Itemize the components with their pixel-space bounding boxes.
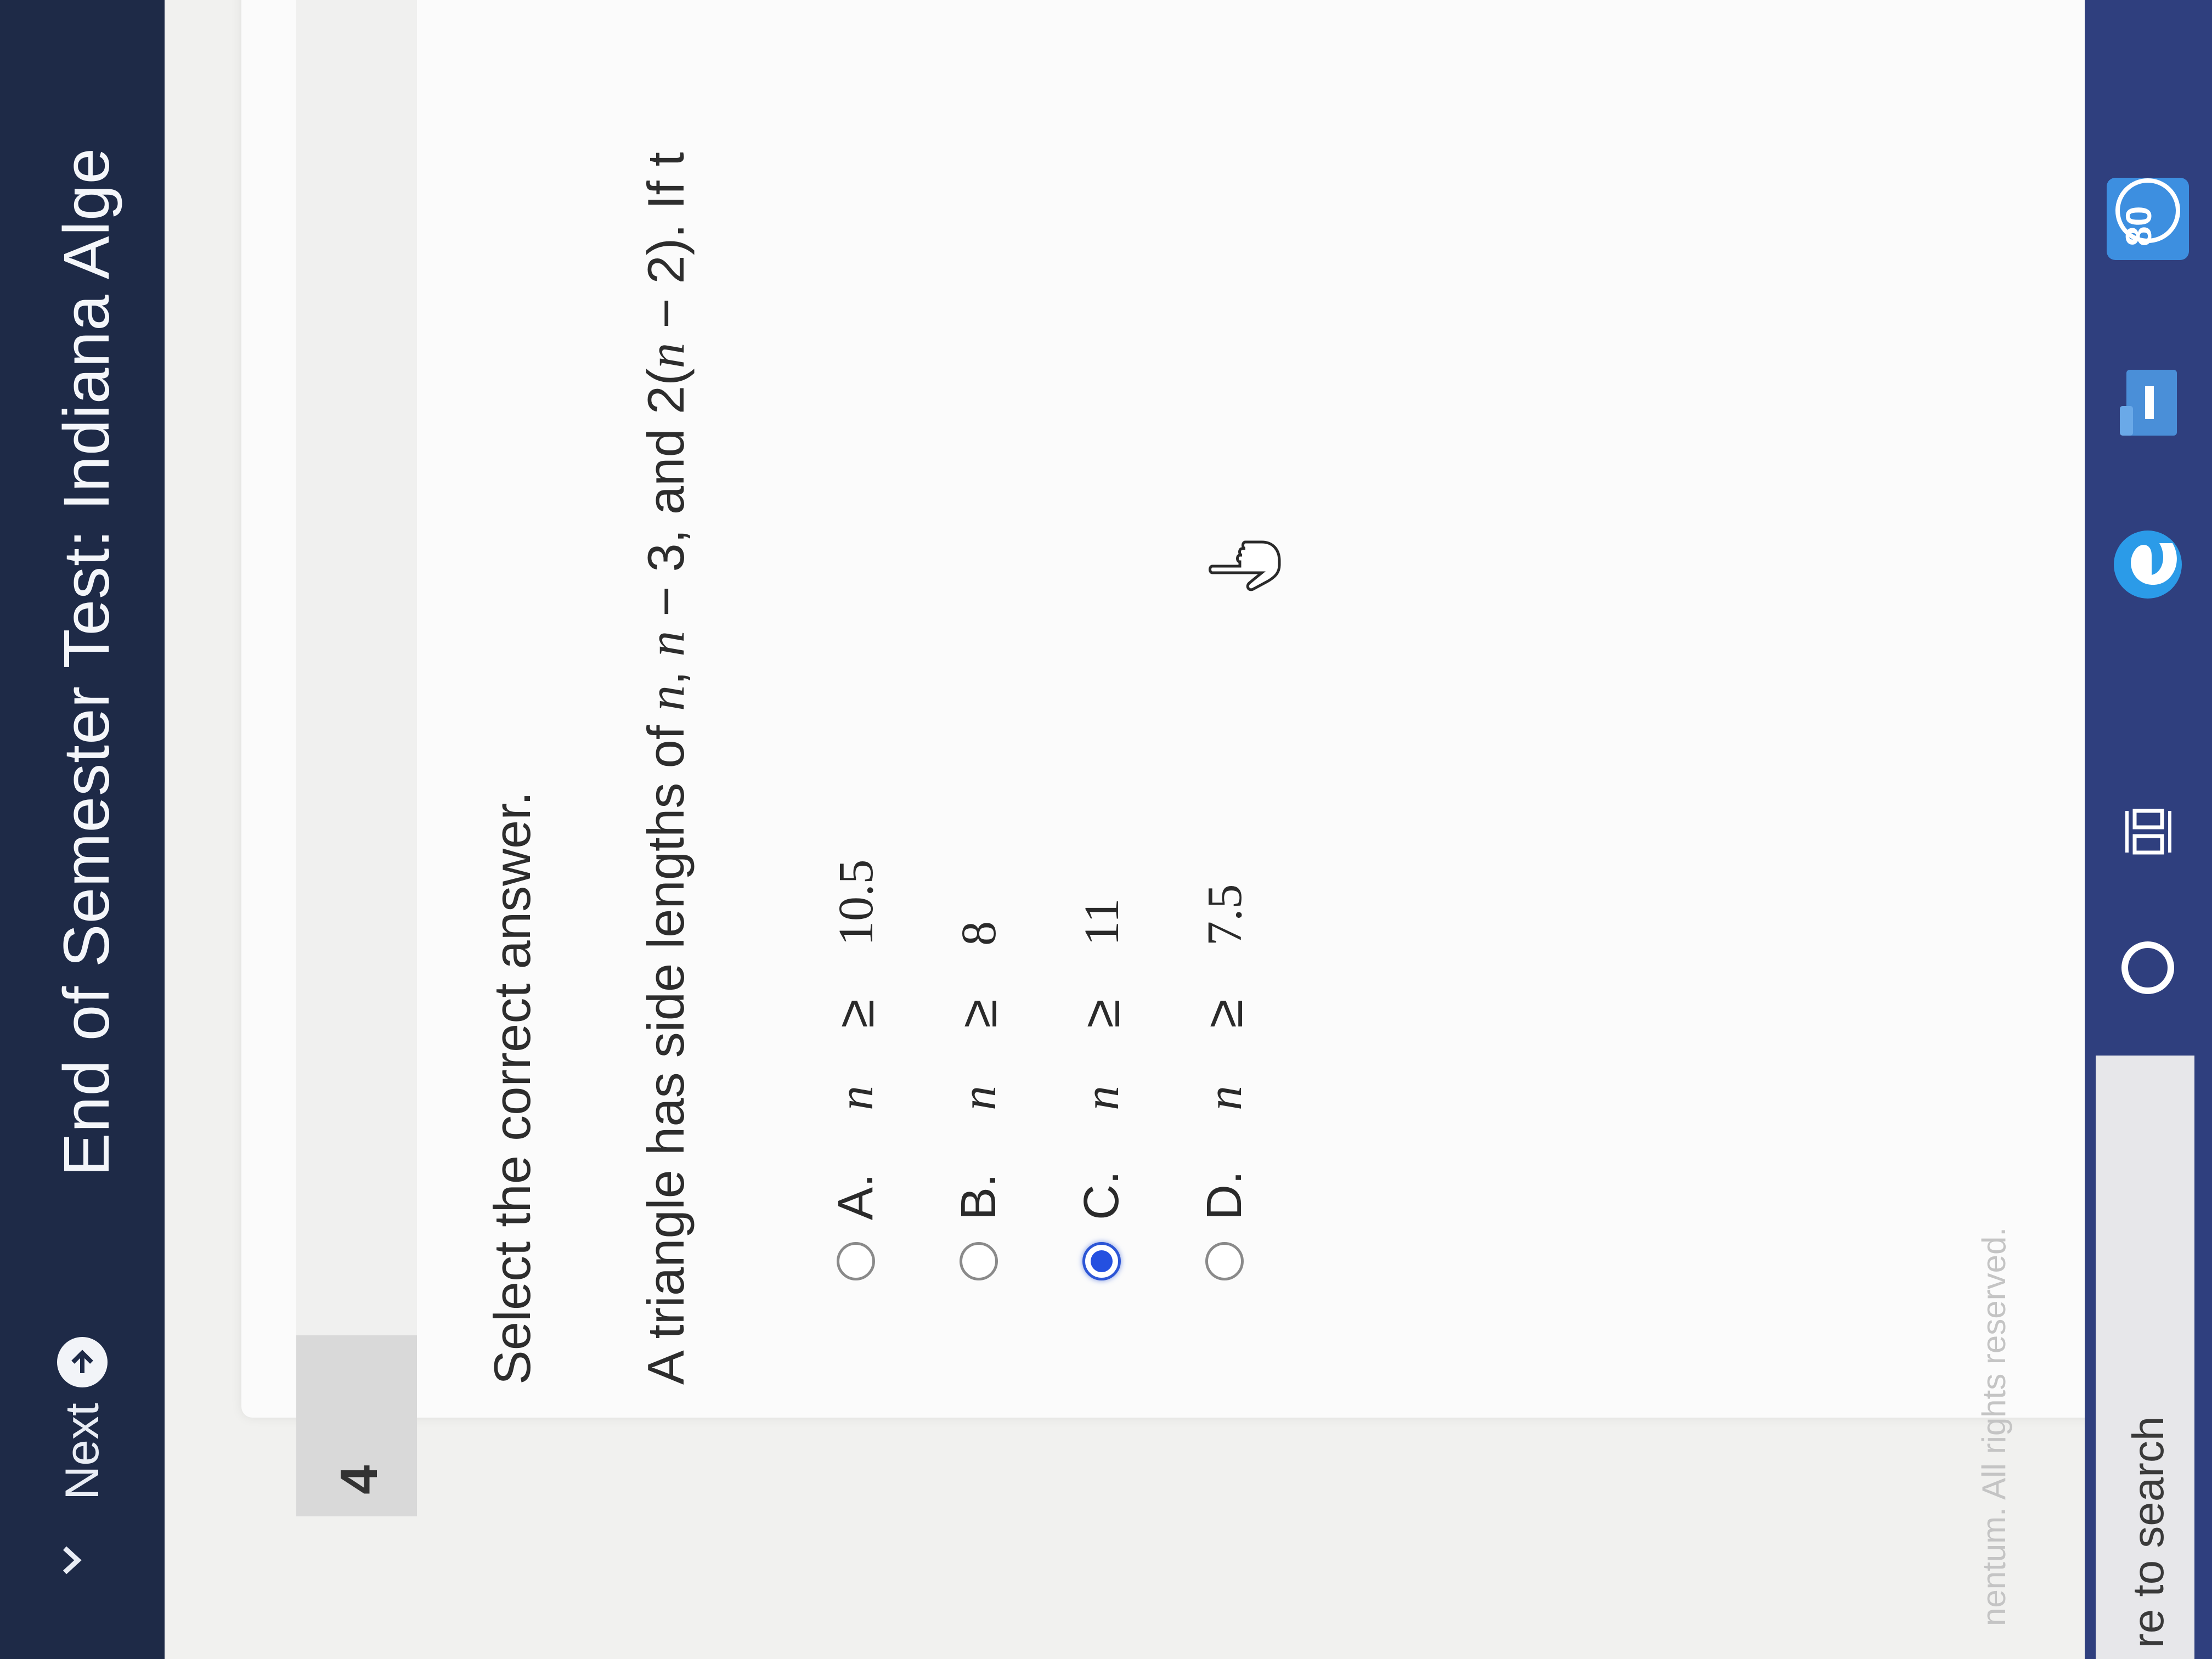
option-letter: C. [1074,1171,1129,1220]
option-c[interactable]: C. n ≥ 11 [1071,860,1132,1280]
variable-n: n [638,342,695,369]
variable-n: n [638,685,695,711]
cortana-icon[interactable] [2115,935,2181,1001]
option-variable: n [1074,1086,1129,1110]
question-text: A triangle has side lengths of n, n − 3,… [636,152,696,1385]
option-b[interactable]: B. n ≥ 8 [949,860,1009,1280]
top-nav-bar: Next End of Semester Test: Indiana Alge [0,0,165,1659]
option-value: 11 [1074,898,1129,946]
option-letter: A. [828,1173,883,1220]
arrow-right-icon [57,1337,108,1388]
option-d[interactable]: D. n ≥ 7.5 [1194,860,1255,1280]
answer-options: A. n ≥ 10.5 B. n ≥ 8 C. n ≥ 11 D. n ≥ 7.… [826,859,1317,1280]
question-text-lead: A triangle has side lengths of [637,710,695,1385]
edge-browser-icon[interactable] [2107,523,2189,606]
hand-cursor-icon [1209,540,1281,591]
option-operator: ≥ [826,999,885,1028]
option-a[interactable]: A. n ≥ 10.5 [826,859,886,1280]
option-value: 10.5 [828,859,883,946]
option-operator: ≥ [1195,999,1254,1028]
next-button[interactable]: Next [52,1337,112,1500]
option-variable: n [1197,1086,1252,1110]
search-placeholder: re to search [2124,1416,2172,1648]
copyright-text: nentum. All rights reserved. [1976,1227,2012,1626]
radio-selected-dot [1091,1250,1113,1272]
option-variable: n [951,1086,1006,1110]
option-letter: B. [951,1173,1006,1220]
radio-button[interactable] [1205,1242,1244,1280]
question-text-expr: − 3, and 2( [637,368,695,631]
taskbar-search-box[interactable]: re to search [2096,1056,2194,1659]
question-instruction: Select the correct answer. [483,791,541,1385]
screen: Next End of Semester Test: Indiana Alge … [0,0,2212,1659]
notification-badge-count: 80 [2118,206,2159,246]
option-operator: ≥ [949,999,1008,1028]
option-operator: ≥ [1072,999,1131,1028]
option-value: 8 [951,921,1006,946]
option-letter: D. [1197,1171,1252,1220]
file-explorer-icon[interactable] [2112,364,2183,441]
question-number-box: 4 [296,1335,417,1516]
option-variable: n [828,1086,883,1110]
page-title: End of Semester Test: Indiana Alge [50,147,123,1176]
next-label: Next [55,1403,109,1500]
taskbar: re to search 80 [2085,0,2212,1659]
variable-n: n [638,630,695,657]
chevron-down-icon[interactable] [55,1544,88,1577]
task-view-icon[interactable] [2115,798,2181,864]
radio-button[interactable] [837,1242,875,1280]
radio-button[interactable] [960,1242,998,1280]
question-number: 4 [330,1465,388,1494]
radio-button-selected[interactable] [1082,1242,1121,1280]
question-text-sep: , [637,656,695,685]
question-number-strip [296,0,417,1335]
question-text-expr: − 2). If t [637,152,695,343]
option-value: 7.5 [1197,884,1252,946]
